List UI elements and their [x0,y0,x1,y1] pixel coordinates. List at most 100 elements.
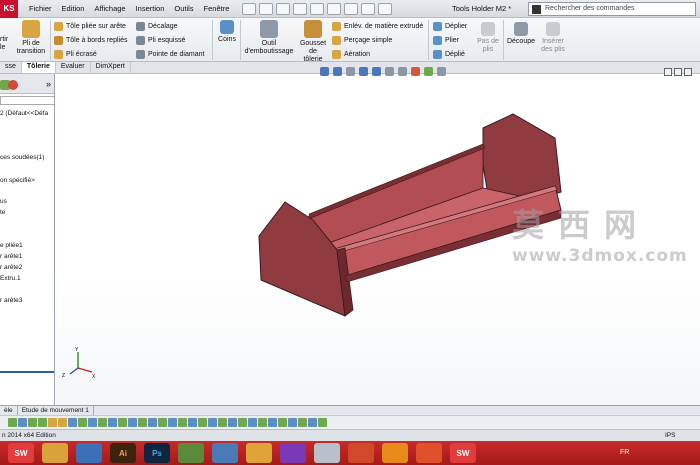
tool-icon[interactable] [268,418,277,427]
print-icon[interactable] [310,2,325,15]
taskbar-app-icon[interactable] [280,443,306,463]
sketched-bend-button[interactable]: Pli esquissé [136,36,185,45]
tree-item-edge-flange-2[interactable]: r arête2 [0,264,22,271]
close-icon[interactable] [684,68,692,76]
tool-icon[interactable] [308,418,317,427]
no-bends-button[interactable]: Pas de plis [474,22,502,54]
tool-icon[interactable] [228,418,237,427]
tree-filter-input[interactable] [0,96,54,105]
select-arrow-icon[interactable] [344,2,359,15]
section-view-icon[interactable] [359,67,368,76]
tool-icon[interactable] [128,418,137,427]
tool-icon[interactable] [68,418,77,427]
tool-icon[interactable] [168,418,177,427]
tool-icon[interactable] [98,418,107,427]
tool-icon[interactable] [178,418,187,427]
tree-item-material[interactable]: on spécifié> [0,177,35,184]
tab-evaluate[interactable]: Evaluer [56,62,91,73]
corners-button[interactable]: Coins [216,20,238,44]
vent-button[interactable]: Aération [332,50,370,59]
fold-button[interactable]: Plier [433,36,459,45]
taskbar-solidworks-active-icon[interactable]: SW [450,443,476,463]
zoom-area-icon[interactable] [333,67,342,76]
open-folder-icon[interactable] [276,2,291,15]
save-icon[interactable] [293,2,308,15]
taskbar-app-icon[interactable] [246,443,272,463]
tree-item-edge-flange-3[interactable]: r arête3 [0,297,22,304]
tree-item-weldments[interactable]: ces soudées(1) [0,154,44,161]
tool-icon[interactable] [58,418,67,427]
flattened-fold-button[interactable]: Pli écrasé [54,50,97,59]
tool-icon[interactable] [188,418,197,427]
extruded-cut-button[interactable]: Enlév. de matière extrudé [332,22,423,31]
menu-fenetre[interactable]: Fenêtre [199,4,235,13]
tree-item-base-flange[interactable]: e pliée1 [0,242,23,249]
tool-icon[interactable] [278,418,287,427]
tab-motion-study[interactable]: Etude de mouvement 1 [18,406,94,415]
restore-icon[interactable] [674,68,682,76]
edit-appearance-icon[interactable] [411,67,420,76]
tool-icon[interactable] [48,418,57,427]
tool-icon[interactable] [198,418,207,427]
tool-icon[interactable] [218,418,227,427]
pin-icon[interactable] [242,2,257,15]
taskbar-app-icon[interactable] [212,443,238,463]
menu-edition[interactable]: Edition [57,4,90,13]
view-orientation-icon[interactable] [372,67,381,76]
lofted-bend-button[interactable]: Pli de transition [14,20,48,56]
zoom-to-fit-icon[interactable] [320,67,329,76]
menu-affichage[interactable]: Affichage [89,4,130,13]
tool-icon[interactable] [18,418,27,427]
taskbar-chrome-icon[interactable] [348,443,374,463]
cross-break-button[interactable]: Pointe de diamant [136,50,204,59]
menu-insertion[interactable]: Insertion [131,4,170,13]
tool-icon[interactable] [248,418,257,427]
simple-hole-button[interactable]: Perçage simple [332,36,392,45]
taskbar-app-icon[interactable] [416,443,442,463]
tab-model[interactable]: èle [0,406,18,415]
apply-scene-icon[interactable] [424,67,433,76]
language-indicator[interactable]: FR [620,449,629,456]
expand-panel-icon[interactable]: » [46,79,51,89]
hide-show-items-icon[interactable] [398,67,407,76]
search-commands-input[interactable]: Rechercher des commandes [528,2,696,16]
flatten-button[interactable]: Déplié [433,50,465,59]
new-document-icon[interactable] [259,2,274,15]
tool-icon[interactable] [108,418,117,427]
display-manager-icon[interactable] [8,80,18,90]
rebuild-icon[interactable] [361,2,376,15]
tool-icon[interactable] [208,418,217,427]
previous-view-icon[interactable] [346,67,355,76]
edge-flange-button[interactable]: Tôle pliée sur arête [54,22,126,31]
unfold-button[interactable]: Déplier [433,22,467,31]
tool-icon[interactable] [258,418,267,427]
tab-dimxpert[interactable]: DimXpert [91,62,131,73]
tree-item-edge-flange-1[interactable]: r arête1 [0,253,22,260]
tree-item-part[interactable]: 2 (Défaut<<Défa [0,110,48,117]
tool-icon[interactable] [138,418,147,427]
jog-button[interactable]: Décalage [136,22,178,31]
tree-item-plane[interactable]: us [0,198,7,205]
solidworks-logo[interactable]: KS [0,0,18,18]
minimize-icon[interactable] [664,68,672,76]
tree-item-origin[interactable]: te [0,209,5,216]
tool-icon[interactable] [88,418,97,427]
menu-fichier[interactable]: Fichier [24,4,57,13]
convert-to-sheetmetal-button[interactable]: rtir le [0,36,12,52]
tool-icon[interactable] [8,418,17,427]
menu-outils[interactable]: Outils [169,4,198,13]
taskbar-app-icon[interactable] [178,443,204,463]
tab-assembly[interactable]: sse [0,62,22,73]
taskbar-illustrator-icon[interactable]: Ai [110,443,136,463]
taskbar-app-icon[interactable] [314,443,340,463]
tool-icon[interactable] [318,418,327,427]
tool-icon[interactable] [118,418,127,427]
sheetmetal-gusset-button[interactable]: Gousset de tôlerie [298,20,328,64]
view-settings-icon[interactable] [437,67,446,76]
insert-bends-button[interactable]: Insérer des plis [538,22,568,54]
tab-sheetmetal[interactable]: Tôlerie [21,62,56,73]
tool-icon[interactable] [28,418,37,427]
tool-icon[interactable] [158,418,167,427]
undo-icon[interactable] [327,2,342,15]
tool-icon[interactable] [148,418,157,427]
